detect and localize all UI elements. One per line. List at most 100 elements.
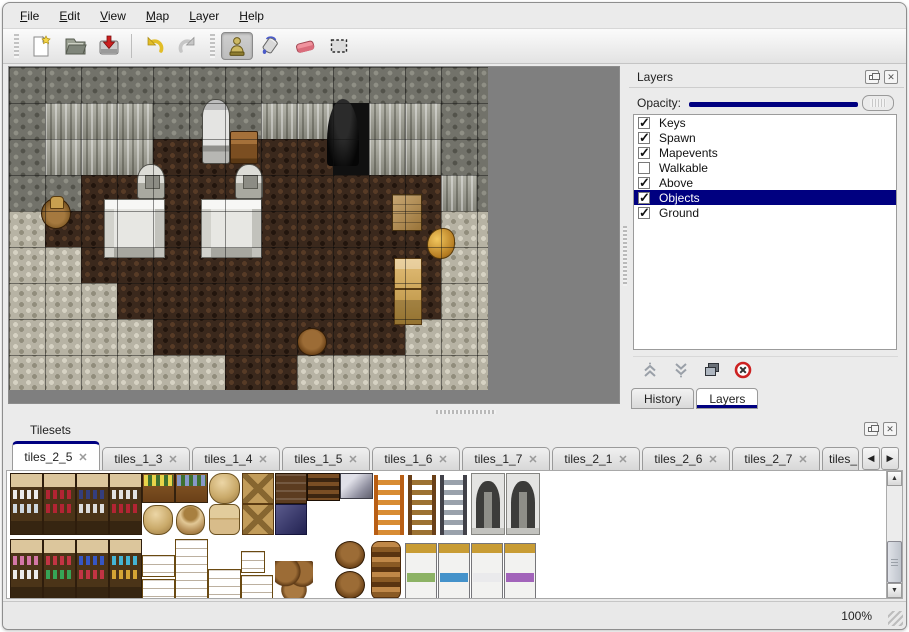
tab-close-icon[interactable]: ✕: [798, 453, 807, 466]
layer-row-ground[interactable]: Ground: [634, 205, 896, 220]
tileset-tile-arch[interactable]: [506, 473, 540, 535]
tab-close-icon[interactable]: ✕: [78, 451, 87, 464]
tab-close-icon[interactable]: ✕: [618, 453, 627, 466]
tab-scroll-right-button[interactable]: ▶: [881, 447, 899, 470]
layer-row-keys[interactable]: Keys: [634, 115, 896, 130]
tileset-tile-sack-big[interactable]: [143, 505, 173, 535]
tileset-tile-shelf-potions-pink[interactable]: [10, 539, 43, 599]
layer-visibility-checkbox[interactable]: [638, 207, 650, 219]
tileset-tab-tiles_2_5[interactable]: tiles_2_5✕: [12, 441, 100, 470]
tab-close-icon[interactable]: ✕: [708, 453, 717, 466]
tileset-tile-shelf-white-jars[interactable]: [109, 473, 142, 535]
tileset-tile-ladder-brown[interactable]: [408, 475, 436, 535]
toolbar-grip-2[interactable]: [210, 34, 215, 58]
scroll-up-button[interactable]: ▲: [887, 471, 902, 486]
vertical-splitter[interactable]: [621, 66, 629, 404]
move-layer-down-button[interactable]: [670, 359, 692, 381]
tileset-tile-barrel[interactable]: [335, 541, 365, 569]
layers-close-button[interactable]: ✕: [884, 70, 898, 84]
tileset-tile-crate-x[interactable]: [242, 473, 274, 504]
tab-close-icon[interactable]: ✕: [258, 453, 267, 466]
map-canvas[interactable]: [9, 67, 488, 390]
tileset-tile-shelf-potions-blue[interactable]: [76, 539, 109, 599]
scrollbar-thumb[interactable]: [887, 541, 902, 583]
tileset-tile-crate-blue[interactable]: [275, 504, 307, 535]
tilesets-float-button[interactable]: [864, 422, 878, 436]
menu-help[interactable]: Help: [230, 5, 273, 27]
tileset-tile-crate-yellow[interactable]: [241, 575, 273, 599]
tileset-tile-sack-big[interactable]: [209, 473, 240, 504]
tileset-tile-barrel[interactable]: [335, 571, 365, 599]
layer-visibility-checkbox[interactable]: [638, 147, 650, 159]
menu-edit[interactable]: Edit: [50, 5, 89, 27]
tileset-content[interactable]: [6, 470, 901, 599]
dock-tab-history[interactable]: History: [631, 388, 694, 409]
tileset-tile-crate-yellow[interactable]: [241, 551, 265, 573]
select-tool-button[interactable]: [323, 32, 355, 60]
resize-grip[interactable]: [888, 611, 903, 626]
menu-file[interactable]: File: [11, 5, 48, 27]
eraser-tool-button[interactable]: [289, 32, 321, 60]
toolbar-grip[interactable]: [14, 34, 19, 58]
tileset-tile-shelf-dishes[interactable]: [10, 473, 43, 535]
tileset-tile-planter-yellow-flowers[interactable]: [142, 473, 175, 503]
tileset-tile-barrel-pile[interactable]: [275, 561, 313, 599]
opacity-slider[interactable]: [689, 102, 858, 107]
tileset-tab-tiles_1_4[interactable]: tiles_1_4✕: [192, 447, 280, 470]
tab-close-icon[interactable]: ✕: [438, 453, 447, 466]
tileset-tile-shelf-blue-jars[interactable]: [76, 473, 109, 535]
open-file-button[interactable]: [59, 32, 91, 60]
layer-visibility-checkbox[interactable]: [638, 117, 650, 129]
tileset-tile-shelf-potions-red-green[interactable]: [43, 539, 76, 599]
dock-tab-layers[interactable]: Layers: [696, 388, 758, 409]
tileset-tile-shelf-potions-multi[interactable]: [109, 539, 142, 599]
tileset-tile-bed-bblue[interactable]: [438, 543, 470, 599]
layer-row-objects[interactable]: Objects: [634, 190, 896, 205]
tileset-tile-planter-blue-flowers[interactable]: [175, 473, 208, 503]
tileset-tile-crate-yellow[interactable]: [175, 539, 208, 599]
tileset-tile-bed-bpurple[interactable]: [504, 543, 536, 599]
tileset-tile-crate-yellow[interactable]: [142, 579, 175, 599]
menu-view[interactable]: View: [91, 5, 135, 27]
layer-row-above[interactable]: Above: [634, 175, 896, 190]
tileset-tile-bed-bwhite[interactable]: [471, 543, 503, 599]
tileset-tab-tiles[interactable]: tiles_: [822, 447, 859, 470]
fill-tool-button[interactable]: [255, 32, 287, 60]
tileset-tab-tiles_1_7[interactable]: tiles_1_7✕: [462, 447, 550, 470]
layers-float-button[interactable]: [865, 70, 879, 84]
tileset-tile-chest-metal[interactable]: [340, 473, 373, 499]
tab-close-icon[interactable]: ✕: [168, 453, 177, 466]
tileset-scrollbar[interactable]: ▲ ▼: [886, 470, 903, 599]
tileset-tile-shelf-red-bottles[interactable]: [43, 473, 76, 535]
tileset-tile-crate-x[interactable]: [242, 504, 274, 535]
layer-visibility-checkbox[interactable]: [638, 192, 650, 204]
stamp-tool-button[interactable]: [221, 32, 253, 60]
tileset-tile-ladder-gray[interactable]: [440, 475, 467, 535]
tileset-tab-tiles_2_7[interactable]: tiles_2_7✕: [732, 447, 820, 470]
layer-visibility-checkbox[interactable]: [638, 162, 650, 174]
tileset-tile-sack-stack[interactable]: [209, 504, 240, 535]
tileset-tile-arch[interactable]: [471, 473, 505, 535]
scroll-down-button[interactable]: ▼: [887, 583, 902, 598]
undo-button[interactable]: [138, 32, 170, 60]
tileset-tile-chest-striped[interactable]: [307, 473, 340, 501]
tab-scroll-left-button[interactable]: ◀: [862, 447, 880, 470]
tileset-tile-crate-yellow[interactable]: [208, 569, 241, 599]
tab-close-icon[interactable]: ✕: [348, 453, 357, 466]
tileset-tile-sack-open[interactable]: [176, 505, 205, 535]
layer-visibility-checkbox[interactable]: [638, 132, 650, 144]
tileset-tile-bed-bgreen[interactable]: [405, 543, 437, 599]
menu-map[interactable]: Map: [137, 5, 178, 27]
layer-row-spawn[interactable]: Spawn: [634, 130, 896, 145]
delete-layer-button[interactable]: [732, 359, 754, 381]
tileset-tile-crate-yellow[interactable]: [142, 555, 175, 577]
tileset-tile-ladder-orange[interactable]: [374, 475, 404, 535]
move-layer-up-button[interactable]: [639, 359, 661, 381]
tileset-tab-tiles_1_3[interactable]: tiles_1_3✕: [102, 447, 190, 470]
tilesets-close-button[interactable]: ✕: [883, 422, 897, 436]
layer-row-mapevents[interactable]: Mapevents: [634, 145, 896, 160]
tileset-tab-tiles_1_6[interactable]: tiles_1_6✕: [372, 447, 460, 470]
tileset-tab-tiles_2_1[interactable]: tiles_2_1✕: [552, 447, 640, 470]
new-file-button[interactable]: [25, 32, 57, 60]
tileset-tile-crate-dark[interactable]: [275, 473, 307, 504]
